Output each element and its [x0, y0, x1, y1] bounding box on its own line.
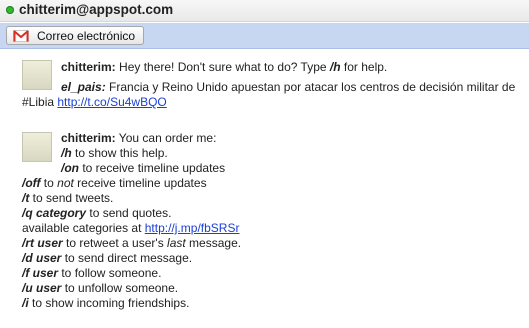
help-line: /h to show this help. — [61, 146, 168, 161]
command-text: /f user — [22, 266, 59, 280]
command-text: /d user — [22, 251, 62, 265]
categories-link[interactable]: http://j.mp/fbSRSr — [145, 221, 240, 235]
help-line: /on to receive timeline updates — [61, 161, 225, 176]
tweet-author: el_pais: — [61, 80, 106, 94]
help-text: to retweet a user's — [62, 236, 168, 250]
help-line: /d user to send direct message. — [22, 251, 192, 266]
command-text: /q category — [22, 206, 87, 220]
tweet-line: #Libia http://t.co/Su4wBQO — [22, 95, 167, 110]
help-text: to show incoming friendships. — [28, 296, 190, 310]
help-text: to receive timeline updates — [79, 161, 226, 175]
help-line: /f user to follow someone. — [22, 266, 161, 281]
help-text: to send direct message. — [61, 251, 193, 265]
avatar — [22, 132, 52, 162]
title-bar: chitterim@appspot.com — [0, 0, 529, 22]
help-line: /u user to unfollow someone. — [22, 281, 178, 296]
help-line: /i to show incoming friendships. — [22, 296, 189, 311]
message-text: for help. — [340, 60, 388, 74]
command-text: /rt user — [22, 236, 63, 250]
help-text: message. — [185, 236, 242, 250]
tweet-link[interactable]: http://t.co/Su4wBQO — [57, 95, 166, 109]
help-text: to follow someone. — [58, 266, 162, 280]
message-text: Hey there! Don't sure what to do? Type — [115, 60, 330, 74]
help-emphasis: last — [167, 236, 186, 250]
help-text: to send quotes. — [86, 206, 172, 220]
command-text: /u user — [22, 281, 62, 295]
help-text: to send tweets. — [29, 191, 114, 205]
command-text: /off — [22, 176, 41, 190]
command-text: /i — [22, 296, 29, 310]
message-sender: chitterim: — [61, 60, 116, 74]
toolbar: Correo electrónico — [0, 23, 529, 49]
message-line: chitterim: You can order me: — [61, 131, 216, 146]
command-text: /on — [61, 161, 79, 175]
help-line: /t to send tweets. — [22, 191, 113, 206]
tweet-hashtag: #Libia — [22, 95, 58, 109]
help-text: to — [40, 176, 58, 190]
email-button[interactable]: Correo electrónico — [6, 26, 145, 45]
online-status-icon — [6, 6, 14, 14]
help-line: available categories at http://j.mp/fbSR… — [22, 221, 239, 236]
message-sender: chitterim: — [61, 131, 116, 145]
command-text: /h — [61, 146, 72, 160]
avatar — [22, 60, 52, 90]
command-text: /h — [329, 60, 341, 74]
tweet-text: Francia y Reino Unido apuestan por ataca… — [105, 80, 516, 94]
help-text: available categories at — [22, 221, 145, 235]
help-text: to unfollow someone. — [61, 281, 179, 295]
help-emphasis: not — [57, 176, 74, 190]
help-text: receive timeline updates — [73, 176, 207, 190]
help-line: /off to not receive timeline updates — [22, 176, 207, 191]
chat-log: chitterim: Hey there! Don't sure what to… — [0, 50, 529, 328]
window-title: chitterim@appspot.com — [19, 2, 174, 17]
help-line: /q category to send quotes. — [22, 206, 171, 221]
help-text: to show this help. — [71, 146, 168, 160]
gmail-icon — [13, 29, 29, 42]
message-text: You can order me: — [115, 131, 217, 145]
email-button-label: Correo electrónico — [37, 28, 136, 43]
tweet-line: el_pais: Francia y Reino Unido apuestan … — [61, 80, 515, 95]
help-line: /rt user to retweet a user's last messag… — [22, 236, 241, 251]
message-line: chitterim: Hey there! Don't sure what to… — [61, 60, 387, 75]
